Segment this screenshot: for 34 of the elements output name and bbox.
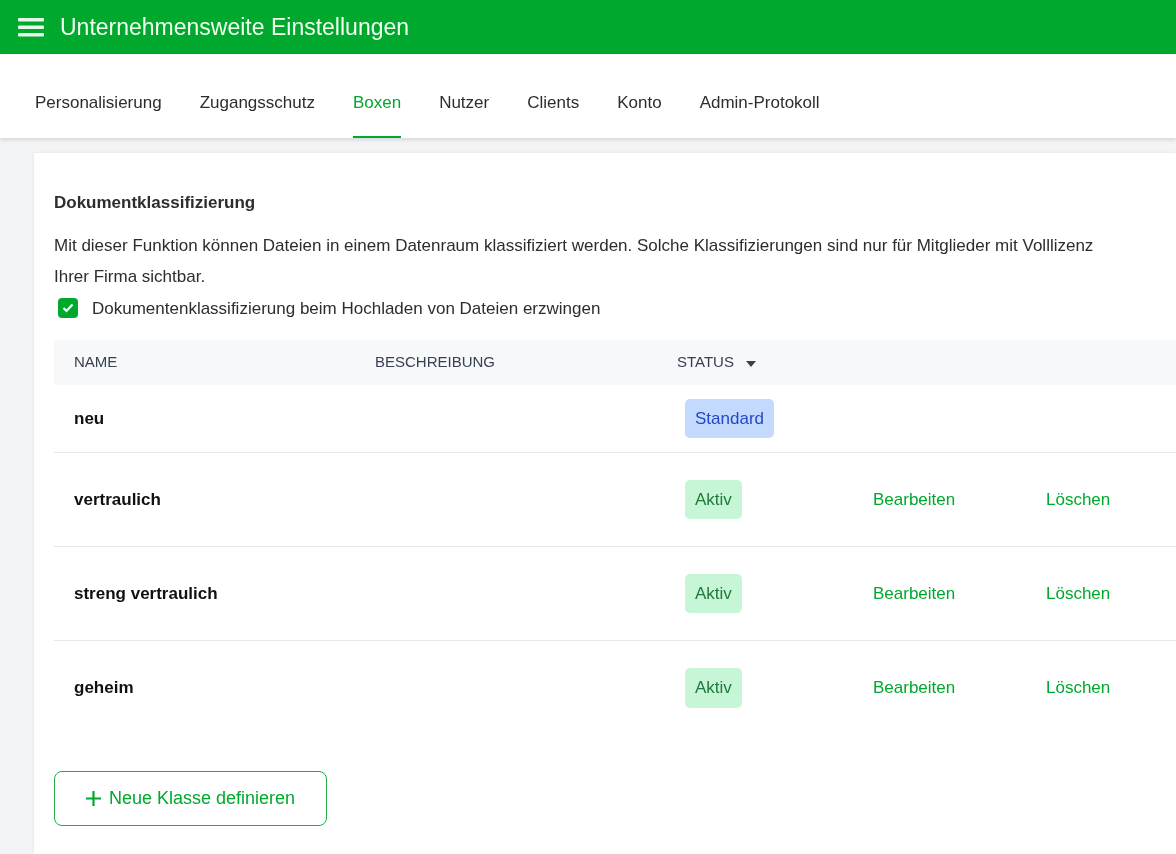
status-badge: Aktiv xyxy=(685,668,742,708)
tab[interactable]: Zugangsschutz xyxy=(199,70,315,138)
sort-caret-icon[interactable] xyxy=(745,361,756,367)
add-class-button[interactable]: Neue Klasse definieren xyxy=(54,771,327,826)
checkmark-icon xyxy=(62,303,74,314)
tab[interactable]: Nutzer xyxy=(439,70,490,138)
edit-link[interactable]: Bearbeiten xyxy=(873,583,956,603)
status-badge: Aktiv xyxy=(685,573,742,614)
column-header: NAME xyxy=(74,352,118,373)
delete-link[interactable]: Löschen xyxy=(1046,489,1111,509)
class-name: geheim xyxy=(74,677,135,700)
tab[interactable]: Admin-Protokoll xyxy=(699,70,820,138)
tab[interactable]: Boxen xyxy=(352,70,402,138)
status-badge: Aktiv xyxy=(685,479,742,520)
checkbox-label: Dokumentenklassifizierung beim Hochladen von Dateien erzwingen xyxy=(92,297,601,320)
menu-icon[interactable] xyxy=(18,17,44,37)
tab[interactable]: Konto xyxy=(617,70,662,138)
column-header: BESCHREIBUNG xyxy=(375,352,496,373)
tab[interactable]: Clients xyxy=(527,70,580,138)
checkbox[interactable] xyxy=(58,298,78,319)
section-description: Mit dieser Funktion können Dateien in einem Datenraum klassifiziert werden. Solche Klassifizierungen sind nur für Mitglieder mit Volllizenz Ihrer Firma sichtbar. xyxy=(54,234,1095,288)
status-badge: Standard xyxy=(685,398,774,439)
tab[interactable]: Personalisierung xyxy=(35,70,162,138)
edit-link[interactable]: Bearbeiten xyxy=(873,489,956,509)
page-title: Unternehmensweite Einstellungen xyxy=(60,12,410,42)
plus-icon xyxy=(85,791,101,806)
delete-link[interactable]: Löschen xyxy=(1046,678,1111,698)
delete-link[interactable]: Löschen xyxy=(1046,583,1111,603)
class-name: neu xyxy=(74,407,106,430)
class-name: vertraulich xyxy=(74,488,162,511)
class-name: streng vertraulich xyxy=(74,582,219,605)
section-title: Dokumentklassifizierung xyxy=(54,192,257,214)
edit-link[interactable]: Bearbeiten xyxy=(873,678,956,698)
column-header[interactable]: STATUS xyxy=(677,351,734,374)
